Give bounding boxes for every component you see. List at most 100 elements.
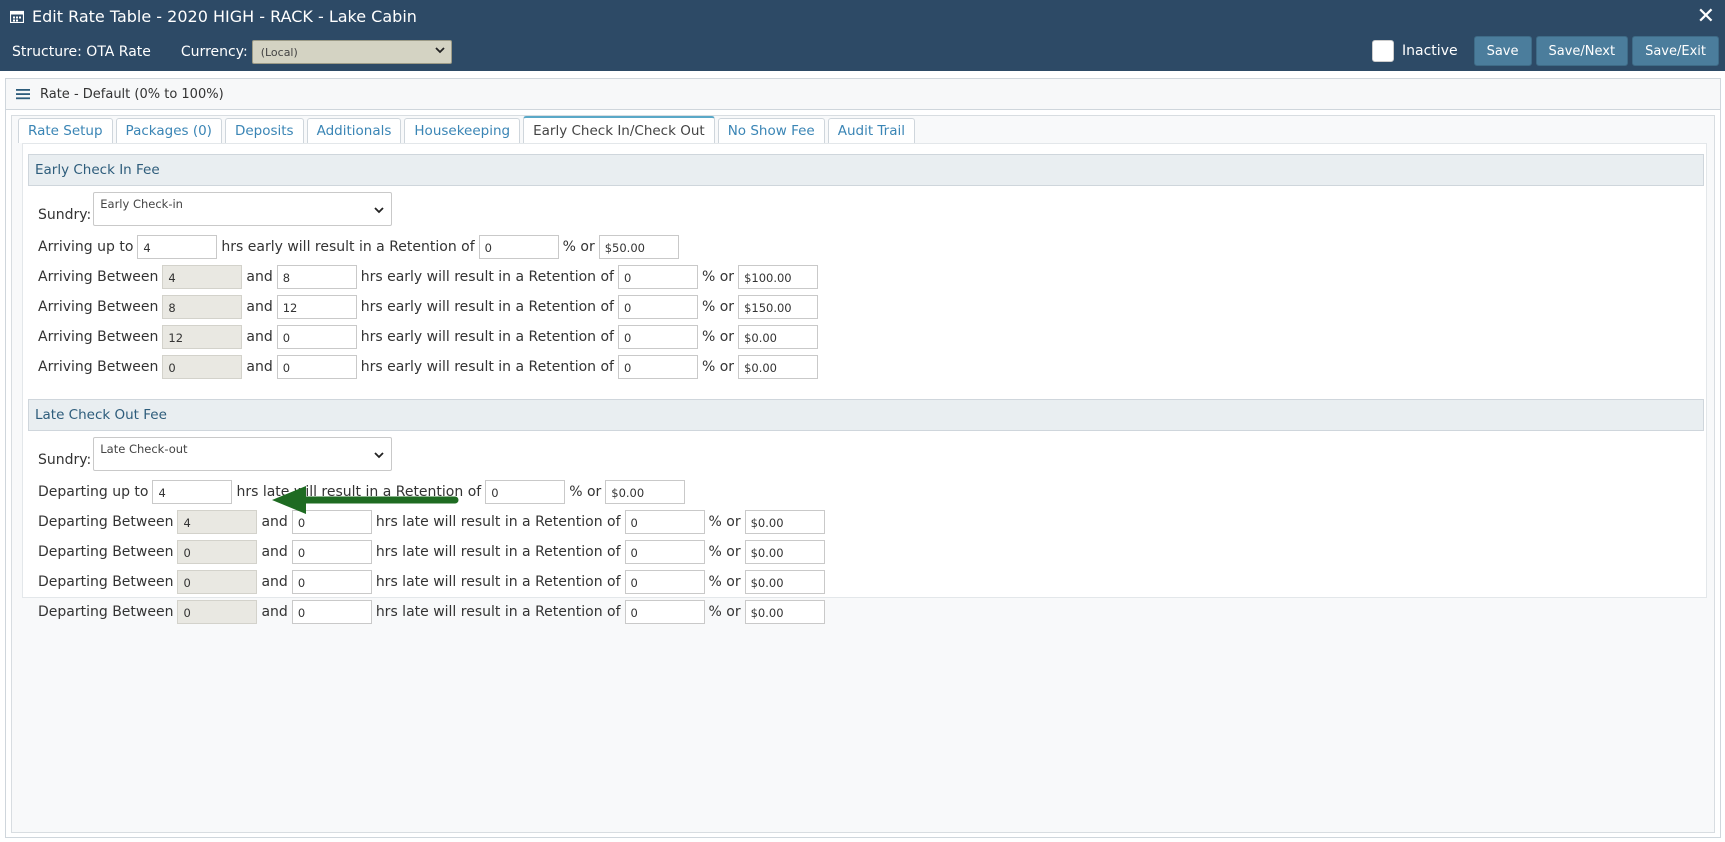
early-between-label: Arriving Between — [38, 329, 159, 345]
late-from-input: 0 — [177, 600, 258, 624]
late-amount-input[interactable]: $0.00 — [744, 600, 825, 624]
and-label: and — [246, 329, 273, 345]
early-to-input[interactable]: 0 — [276, 325, 357, 349]
title-row: Edit Rate Table - 2020 HIGH - RACK - Lak… — [10, 7, 417, 26]
early-first-row: Arriving up to 4 hrs early will result i… — [38, 235, 679, 259]
save-button[interactable]: Save — [1473, 36, 1532, 66]
calendar-icon — [10, 10, 24, 23]
late-first-or-text: % or — [569, 484, 602, 500]
early-mid-text: hrs early will result in a Retention of — [360, 329, 614, 345]
early-to-input[interactable]: 8 — [276, 265, 357, 289]
toolbar-right: Inactive Save Save/Next Save/Exit — [1372, 36, 1719, 66]
early-first-amount-input[interactable]: $50.00 — [598, 235, 679, 259]
early-first-mid-text: hrs early will result in a Retention of — [221, 239, 475, 255]
early-mid-text: hrs early will result in a Retention of — [360, 299, 614, 315]
panel-body: Rate Setup Packages (0) Deposits Additio… — [11, 115, 1715, 833]
and-label: and — [246, 359, 273, 375]
late-first-hours-input[interactable]: 4 — [152, 480, 233, 504]
early-amount-input[interactable]: $100.00 — [738, 265, 819, 289]
early-check-in-heading: Early Check In Fee — [28, 154, 1704, 186]
tab-additionals[interactable]: Additionals — [306, 118, 402, 143]
late-mid-text: hrs late will result in a Retention of — [375, 514, 621, 530]
panel-header: Rate - Default (0% to 100%) — [6, 79, 1720, 110]
tab-deposits[interactable]: Deposits — [224, 118, 304, 143]
late-sundry-label: Sundry: — [38, 452, 92, 468]
early-first-hours-input[interactable]: 4 — [137, 235, 218, 259]
early-to-input[interactable]: 12 — [276, 295, 357, 319]
window-title: Edit Rate Table - 2020 HIGH - RACK - Lak… — [32, 7, 417, 26]
tab-early-check-in-check-out[interactable]: Early Check In/Check Out — [523, 116, 715, 143]
inactive-label: Inactive — [1402, 43, 1458, 59]
and-label: and — [246, 269, 273, 285]
late-amount-input[interactable]: $0.00 — [744, 510, 825, 534]
and-label: and — [261, 574, 288, 590]
late-between-row: Departing Between 0 and 0 hrs late will … — [38, 570, 825, 594]
late-amount-input[interactable]: $0.00 — [744, 570, 825, 594]
late-to-input[interactable]: 0 — [291, 570, 372, 594]
and-label: and — [261, 604, 288, 620]
late-to-input[interactable]: 0 — [291, 510, 372, 534]
late-from-input: 0 — [177, 540, 258, 564]
tab-bar: Rate Setup Packages (0) Deposits Additio… — [18, 116, 918, 143]
chevron-down-icon — [374, 452, 384, 459]
early-amount-input[interactable]: $0.00 — [738, 325, 819, 349]
early-pct-input[interactable]: 0 — [617, 355, 698, 379]
structure-label: Structure: OTA Rate — [12, 44, 151, 60]
late-mid-text: hrs late will result in a Retention of — [375, 604, 621, 620]
or-label: % or — [708, 514, 741, 530]
or-label: % or — [701, 359, 735, 375]
tab-no-show-fee[interactable]: No Show Fee — [717, 118, 825, 143]
early-from-input: 0 — [162, 355, 243, 379]
inactive-checkbox[interactable] — [1372, 40, 1395, 62]
late-from-input: 4 — [177, 510, 258, 534]
early-mid-text: hrs early will result in a Retention of — [360, 359, 614, 375]
tab-packages[interactable]: Packages (0) — [115, 118, 222, 143]
early-between-row: Arriving Between 4 and 8 hrs early will … — [38, 265, 819, 289]
early-first-pct-input[interactable]: 0 — [478, 235, 559, 259]
late-to-input[interactable]: 0 — [291, 600, 372, 624]
currency-label: Currency: — [180, 44, 248, 60]
early-first-or-text: % or — [562, 239, 595, 255]
late-to-input[interactable]: 0 — [291, 540, 372, 564]
early-amount-input[interactable]: $0.00 — [738, 355, 819, 379]
chevron-down-icon — [374, 207, 384, 214]
late-pct-input[interactable]: 0 — [624, 540, 705, 564]
close-icon[interactable]: ✕ — [1697, 4, 1715, 30]
late-from-input: 0 — [177, 570, 258, 594]
early-amount-input[interactable]: $150.00 — [738, 295, 819, 319]
late-amount-input[interactable]: $0.00 — [744, 540, 825, 564]
menu-icon[interactable] — [16, 88, 30, 100]
early-pct-input[interactable]: 0 — [617, 265, 698, 289]
late-first-prefix: Departing up to — [38, 484, 149, 500]
or-label: % or — [708, 604, 741, 620]
late-first-mid-text: hrs late will result in a Retention of — [236, 484, 482, 500]
chevron-down-icon — [435, 47, 445, 54]
early-pct-input[interactable]: 0 — [617, 295, 698, 319]
save-next-button[interactable]: Save/Next — [1535, 36, 1629, 66]
and-label: and — [261, 544, 288, 560]
early-sundry-label: Sundry: — [38, 207, 92, 223]
tab-rate-setup[interactable]: Rate Setup — [18, 118, 113, 143]
early-first-prefix: Arriving up to — [38, 239, 134, 255]
currency-select[interactable]: (Local) — [251, 40, 452, 64]
late-pct-input[interactable]: 0 — [624, 510, 705, 534]
late-first-amount-input[interactable]: $0.00 — [605, 480, 686, 504]
late-pct-input[interactable]: 0 — [624, 600, 705, 624]
rate-panel: Rate - Default (0% to 100%) Rate Setup P… — [5, 78, 1721, 838]
late-between-row: Departing Between 0 and 0 hrs late will … — [38, 540, 825, 564]
late-first-pct-input[interactable]: 0 — [485, 480, 566, 504]
late-pct-input[interactable]: 0 — [624, 570, 705, 594]
early-between-row: Arriving Between 12 and 0 hrs early will… — [38, 325, 819, 349]
late-mid-text: hrs late will result in a Retention of — [375, 544, 621, 560]
tab-housekeeping[interactable]: Housekeeping — [404, 118, 521, 143]
save-exit-button[interactable]: Save/Exit — [1632, 36, 1719, 66]
early-to-input[interactable]: 0 — [276, 355, 357, 379]
early-pct-input[interactable]: 0 — [617, 325, 698, 349]
early-between-row: Arriving Between 0 and 0 hrs early will … — [38, 355, 819, 379]
late-first-row: Departing up to 4 hrs late will result i… — [38, 480, 686, 504]
window-titlebar: Edit Rate Table - 2020 HIGH - RACK - Lak… — [0, 0, 1725, 71]
early-sundry-select[interactable]: Early Check-in — [93, 192, 393, 226]
late-sundry-select[interactable]: Late Check-out — [93, 437, 393, 471]
tab-audit-trail[interactable]: Audit Trail — [827, 118, 916, 143]
or-label: % or — [701, 269, 735, 285]
